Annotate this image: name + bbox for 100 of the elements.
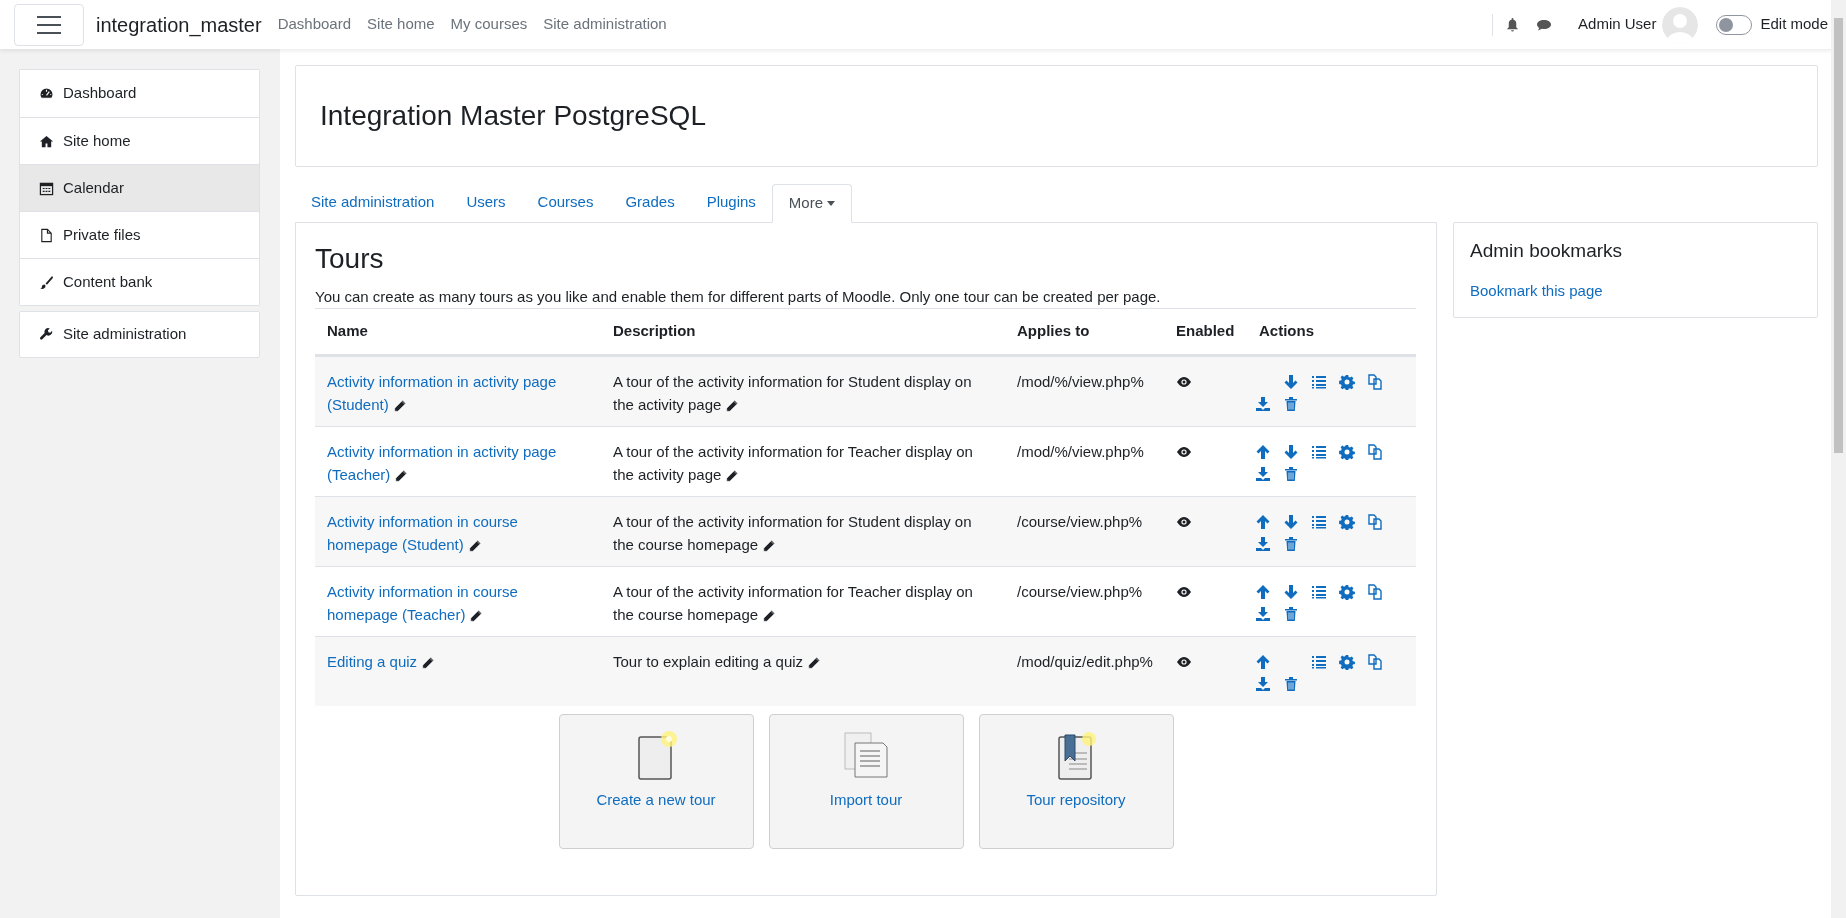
- editable-tour-description[interactable]: A tour of the activity information for Student display on the activity page: [613, 370, 993, 416]
- nav-tab[interactable]: Users: [450, 183, 522, 222]
- duplicate-icon[interactable]: [1367, 514, 1383, 530]
- download-icon[interactable]: [1255, 606, 1271, 622]
- page-heading: Integration Master PostgreSQL: [320, 99, 706, 133]
- edit-pencil-icon[interactable]: [807, 656, 822, 671]
- trash-icon[interactable]: [1283, 466, 1299, 482]
- edit-mode-toggle[interactable]: [1716, 14, 1753, 35]
- download-icon[interactable]: [1255, 676, 1271, 692]
- move-up-arrow-icon[interactable]: [1255, 444, 1271, 460]
- nav-tab[interactable]: Plugins: [690, 183, 772, 222]
- brush-icon: [39, 274, 54, 290]
- applies-to-path: /mod/%/view.php%: [1017, 443, 1144, 460]
- caret-icon: [827, 201, 836, 206]
- intro-text: You can create as many tours as you like and enable them for different parts of Moodle. Only one tour can be created per page.: [315, 287, 1162, 307]
- eye-icon[interactable]: [1176, 654, 1192, 670]
- editable-tour-description[interactable]: A tour of the activity information for Student display on the course homepage: [613, 510, 993, 556]
- download-icon[interactable]: [1255, 536, 1271, 552]
- column-header: Actions: [1259, 322, 1314, 340]
- action-tile[interactable]: Create a new tour: [558, 714, 754, 849]
- editable-tour-name[interactable]: Activity information in course homepage (Teacher): [327, 580, 589, 626]
- trash-icon[interactable]: [1283, 396, 1299, 412]
- list-icon[interactable]: [1311, 654, 1327, 670]
- edit-pencil-icon[interactable]: [762, 609, 777, 624]
- edit-mode-label: Edit mode: [1760, 14, 1828, 35]
- eye-icon[interactable]: [1176, 374, 1192, 390]
- edit-pencil-icon[interactable]: [467, 539, 482, 554]
- move-down-arrow-icon[interactable]: [1283, 374, 1299, 390]
- trash-icon[interactable]: [1283, 606, 1299, 622]
- nav-tab[interactable]: More: [771, 184, 853, 223]
- nav-link[interactable]: Site home: [367, 13, 435, 36]
- editable-tour-name[interactable]: Editing a quiz: [327, 650, 589, 673]
- download-icon[interactable]: [1255, 396, 1271, 412]
- move-up-arrow-icon[interactable]: [1255, 514, 1271, 530]
- column-header: Enabled: [1176, 322, 1235, 340]
- edit-pencil-icon[interactable]: [421, 656, 436, 671]
- applies-to-path: /course/view.php%: [1017, 583, 1143, 600]
- nav-tab[interactable]: Site administration: [295, 183, 451, 222]
- move-down-arrow-icon[interactable]: [1283, 584, 1299, 600]
- editable-tour-description[interactable]: A tour of the activity information for Teacher display on the activity page: [613, 440, 993, 486]
- eye-icon[interactable]: [1176, 444, 1192, 460]
- duplicate-icon[interactable]: [1367, 584, 1383, 600]
- trash-icon[interactable]: [1283, 536, 1299, 552]
- applies-to-path: /mod/quiz/edit.php%: [1017, 653, 1153, 670]
- settings-icon[interactable]: [1339, 584, 1355, 600]
- settings-icon[interactable]: [1339, 654, 1355, 670]
- list-icon[interactable]: [1311, 374, 1327, 390]
- site-name[interactable]: integration_master: [96, 9, 262, 40]
- editable-tour-name[interactable]: Activity information in course homepage (Student): [327, 510, 589, 556]
- home-icon: [39, 133, 54, 149]
- page-title: Tours: [315, 242, 385, 276]
- nav-link[interactable]: Dashboard: [277, 13, 352, 36]
- tile-label: Tour repository: [1026, 790, 1126, 810]
- edit-pencil-icon[interactable]: [469, 609, 484, 624]
- nav-tab[interactable]: Grades: [609, 183, 691, 222]
- tile-label: Import tour: [829, 790, 903, 810]
- edit-pencil-icon[interactable]: [762, 539, 777, 554]
- list-icon[interactable]: [1311, 584, 1327, 600]
- editable-tour-description[interactable]: A tour of the activity information for Teacher display on the course homepage: [613, 580, 993, 626]
- download-icon[interactable]: [1255, 466, 1271, 482]
- applies-to-path: /mod/%/view.php%: [1017, 373, 1144, 390]
- eye-icon[interactable]: [1176, 584, 1192, 600]
- user-name[interactable]: Admin User: [1578, 13, 1657, 36]
- editable-tour-name[interactable]: Activity information in activity page (Student): [327, 370, 589, 416]
- sidebar-item[interactable]: Site administration: [19, 311, 260, 358]
- editable-tour-description[interactable]: Tour to explain editing a quiz: [613, 650, 993, 673]
- gauge-icon: [39, 86, 54, 101]
- list-icon[interactable]: [1311, 514, 1327, 530]
- duplicate-icon[interactable]: [1367, 654, 1383, 670]
- edit-pencil-icon[interactable]: [725, 399, 740, 414]
- settings-icon[interactable]: [1339, 374, 1355, 390]
- action-tile[interactable]: Import tour: [768, 714, 964, 849]
- edit-pencil-icon[interactable]: [394, 469, 409, 484]
- action-tile[interactable]: Tour repository: [978, 714, 1174, 849]
- eye-icon[interactable]: [1176, 514, 1192, 530]
- settings-icon[interactable]: [1339, 444, 1355, 460]
- menu-icon: [37, 15, 61, 34]
- duplicate-icon[interactable]: [1367, 444, 1383, 460]
- nav-link[interactable]: My courses: [450, 13, 528, 36]
- editable-tour-name[interactable]: Activity information in activity page (Teacher): [327, 440, 589, 486]
- block-title: Admin bookmarks: [1470, 239, 1624, 263]
- list-icon[interactable]: [1311, 444, 1327, 460]
- move-up-arrow-icon[interactable]: [1255, 654, 1271, 670]
- nav-link[interactable]: Site administration: [543, 13, 667, 36]
- sidebar-item[interactable]: Calendar: [20, 164, 259, 211]
- move-down-arrow-icon[interactable]: [1283, 514, 1299, 530]
- move-down-arrow-icon[interactable]: [1283, 444, 1299, 460]
- sidebar-item[interactable]: Content bank: [20, 258, 259, 305]
- column-header: Name: [327, 322, 368, 340]
- file-icon: [39, 227, 54, 243]
- menu-button[interactable]: [14, 3, 84, 46]
- column-header: Applies to: [1017, 322, 1090, 340]
- trash-icon[interactable]: [1283, 676, 1299, 692]
- nav-tab[interactable]: Courses: [521, 183, 610, 222]
- duplicate-icon[interactable]: [1367, 374, 1383, 390]
- bookmark-link[interactable]: Bookmark this page: [1470, 279, 1801, 302]
- edit-pencil-icon[interactable]: [392, 399, 407, 414]
- settings-icon[interactable]: [1339, 514, 1355, 530]
- move-up-arrow-icon[interactable]: [1255, 584, 1271, 600]
- edit-pencil-icon[interactable]: [725, 469, 740, 484]
